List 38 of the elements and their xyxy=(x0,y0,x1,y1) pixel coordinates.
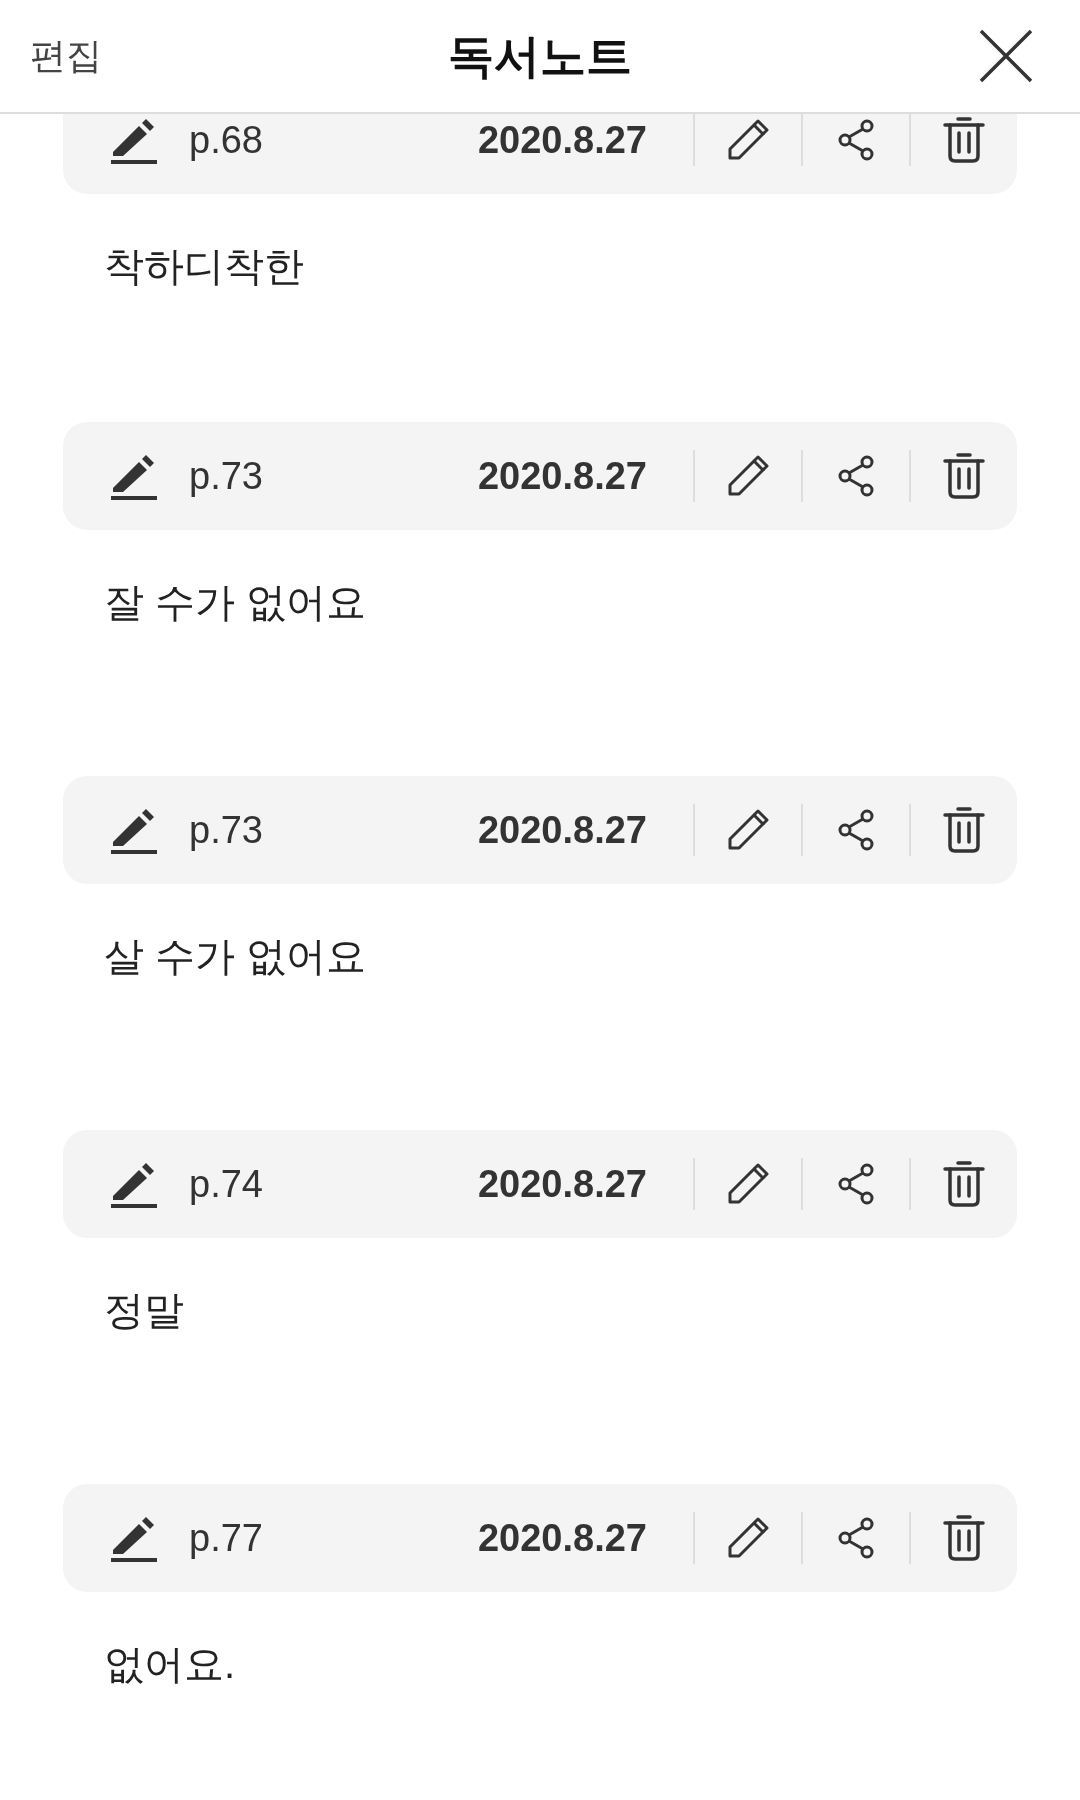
trash-icon xyxy=(943,806,985,854)
page-number: p.73 xyxy=(189,453,264,499)
note-text: 없어요. xyxy=(104,1641,237,1688)
page-number: p.77 xyxy=(189,1515,264,1561)
highlighter-icon xyxy=(109,806,159,854)
pencil-icon xyxy=(726,118,770,162)
trash-icon xyxy=(943,1514,985,1562)
highlighter-icon xyxy=(109,1160,159,1208)
page-number: p.73 xyxy=(189,807,264,853)
pencil-icon xyxy=(726,1162,770,1206)
pencil-icon xyxy=(726,1516,770,1560)
share-icon xyxy=(837,1163,875,1205)
share-icon xyxy=(837,455,875,497)
trash-icon xyxy=(943,1160,985,1208)
trash-icon xyxy=(943,116,985,164)
note-date: 2020.8.27 xyxy=(477,807,647,853)
note-date: 2020.8.27 xyxy=(477,453,647,499)
note-text: 잘 수가 없어요 xyxy=(104,579,368,626)
share-icon xyxy=(837,1517,875,1559)
trash-icon xyxy=(943,452,985,500)
note-text: 살 수가 없어요 xyxy=(104,933,368,980)
pencil-icon xyxy=(726,454,770,498)
page-title: 독서노트 xyxy=(448,28,632,84)
note-text: 착하디착한 xyxy=(104,243,305,290)
page-number: p.68 xyxy=(189,117,264,163)
close-icon xyxy=(978,28,1034,84)
share-icon xyxy=(837,119,875,161)
note-text: 정말 xyxy=(104,1287,185,1334)
share-icon xyxy=(837,809,875,851)
highlighter-icon xyxy=(109,1514,159,1562)
edit-button[interactable]: 편집 xyxy=(30,29,102,83)
page-number: p.74 xyxy=(189,1161,264,1207)
note-date: 2020.8.27 xyxy=(477,1515,647,1561)
note-date: 2020.8.27 xyxy=(477,117,647,163)
highlighter-icon xyxy=(109,116,159,164)
note-date: 2020.8.27 xyxy=(477,1161,647,1207)
highlighter-icon xyxy=(109,452,159,500)
pencil-icon xyxy=(726,808,770,852)
